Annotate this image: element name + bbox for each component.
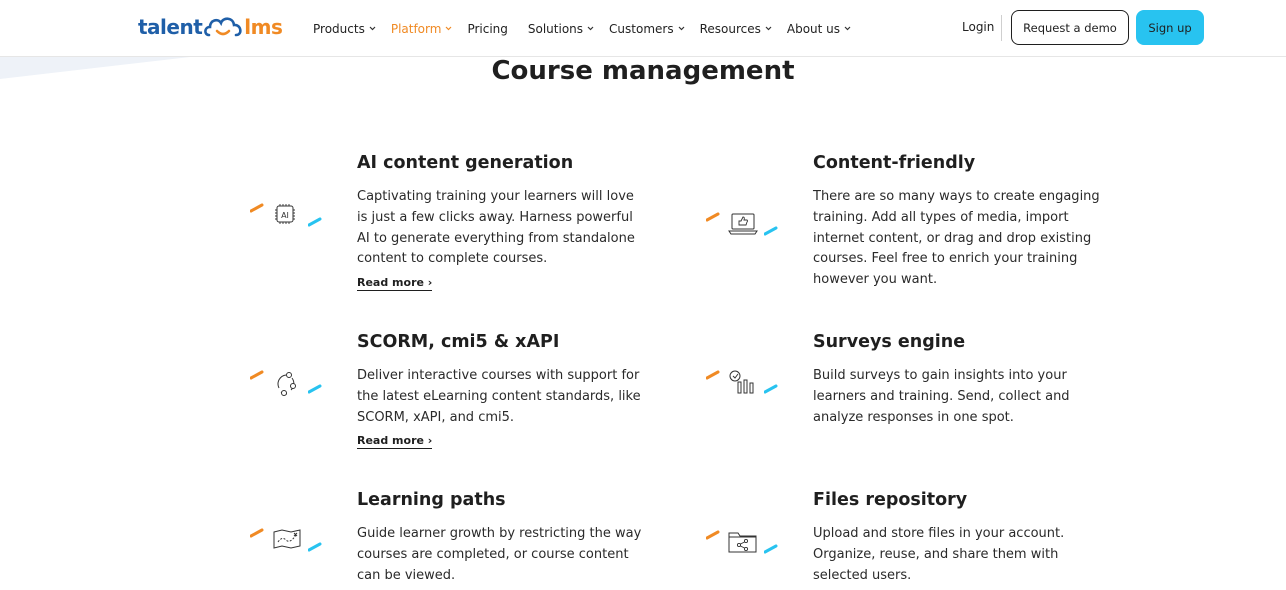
feature-ai-content-generation: AI content generation Captivating traini… (357, 153, 647, 292)
cloud-smile-icon (204, 17, 242, 37)
login-link[interactable]: Login (962, 20, 994, 34)
logo-text-lms: lms (244, 15, 283, 39)
logo-text-talent: talent (138, 15, 203, 39)
feature-description: Upload and store files in your account. … (813, 526, 1065, 583)
nav-label: Customers (609, 21, 674, 36)
blue-dash-decoration (308, 384, 322, 394)
svg-text:AI: AI (281, 211, 289, 220)
ai-chip-icon: AI (275, 204, 295, 224)
blue-dash-decoration (764, 226, 778, 236)
feature-icon-scorm (250, 370, 330, 410)
orange-dash-decoration (706, 530, 720, 540)
chevron-down-icon (446, 26, 452, 31)
feature-description: Captivating training your learners will … (357, 189, 635, 267)
chevron-down-icon (844, 26, 851, 31)
chevron-down-icon (369, 26, 376, 31)
nav-resources[interactable]: Resources (700, 22, 772, 36)
feature-icon-surveys (706, 370, 786, 410)
read-more-link[interactable]: Read more › (357, 434, 433, 450)
nav-label: Products (313, 21, 365, 36)
feature-content-friendly: Content-friendly There are so many ways … (813, 153, 1103, 291)
header-divider (1001, 15, 1002, 41)
map-path-icon (273, 529, 301, 549)
feature-files-repository: Files repository Upload and store files … (813, 490, 1073, 586)
feature-title: Content-friendly (813, 153, 976, 173)
nav-about-us[interactable]: About us (787, 22, 851, 36)
blue-dash-decoration (308, 217, 322, 227)
read-more-link[interactable]: Read more › (357, 276, 433, 292)
survey-chart-icon (729, 370, 754, 394)
blue-dash-decoration (308, 542, 322, 552)
nav-label: Solutions (527, 21, 584, 36)
laptop-thumbs-up-icon (728, 213, 758, 235)
nav-label: Platform (390, 21, 442, 36)
chevron-down-icon (678, 26, 685, 31)
feature-title: SCORM, cmi5 & xAPI (357, 332, 560, 352)
nav-solutions[interactable]: Solutions (528, 22, 594, 36)
feature-icon-files (706, 530, 786, 570)
site-header: talent lms Products Platform Pricing Sol… (0, 0, 1286, 57)
orange-dash-decoration (250, 370, 264, 380)
orange-dash-decoration (706, 370, 720, 380)
feature-description: Build surveys to gain insights into your… (813, 368, 1070, 425)
talentlms-logo[interactable]: talent lms (138, 12, 283, 42)
feature-surveys-engine: Surveys engine Build surveys to gain ins… (813, 332, 1073, 428)
nav-customers[interactable]: Customers (609, 22, 685, 36)
chevron-down-icon (765, 26, 772, 31)
cycle-nodes-icon (277, 372, 296, 396)
nav-label: Pricing (467, 21, 508, 36)
feature-description: There are so many ways to create engagin… (813, 189, 1100, 288)
main-nav: Products Platform Pricing Solutions Cust… (313, 0, 866, 57)
nav-label: About us (786, 21, 841, 36)
folder-share-icon (728, 532, 757, 553)
chevron-down-icon (587, 26, 594, 31)
page-title: Course management (491, 56, 795, 86)
sign-up-button[interactable]: Sign up (1136, 10, 1204, 45)
orange-dash-decoration (706, 212, 720, 222)
feature-title: Learning paths (357, 490, 506, 510)
feature-title: Surveys engine (813, 332, 966, 352)
feature-description: Deliver interactive courses with support… (357, 368, 641, 425)
blue-dash-decoration (764, 384, 778, 394)
feature-title: Files repository (813, 490, 968, 510)
orange-dash-decoration (250, 528, 264, 538)
feature-learning-paths: Learning paths Guide learner growth by r… (357, 490, 647, 586)
feature-scorm-cmi5-xapi: SCORM, cmi5 & xAPI Deliver interactive c… (357, 332, 647, 450)
nav-pricing[interactable]: Pricing (467, 22, 507, 36)
blue-dash-decoration (764, 544, 778, 554)
feature-icon-content (706, 212, 786, 252)
feature-icon-ai: AI (250, 203, 330, 243)
nav-products[interactable]: Products (313, 22, 376, 36)
feature-icon-learning-paths (250, 528, 330, 568)
request-demo-button[interactable]: Request a demo (1011, 10, 1129, 45)
feature-title: AI content generation (357, 153, 574, 173)
orange-dash-decoration (250, 203, 264, 213)
feature-description: Guide learner growth by restricting the … (357, 526, 642, 583)
nav-platform[interactable]: Platform (391, 22, 453, 36)
nav-label: Resources (699, 21, 761, 36)
